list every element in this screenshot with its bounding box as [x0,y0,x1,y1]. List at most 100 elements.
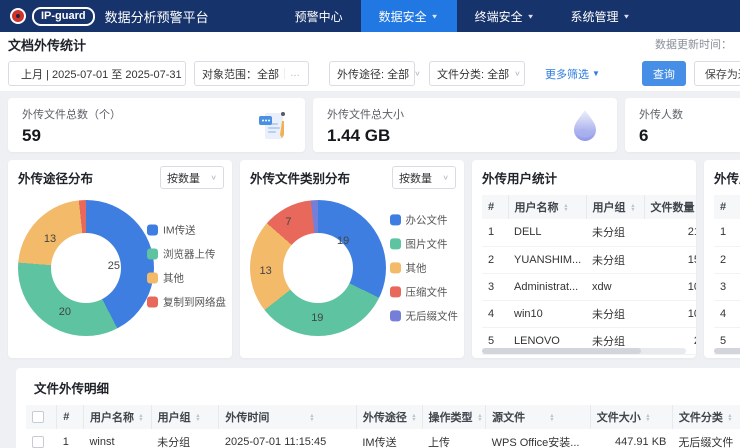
sort-icon[interactable]: ▲ ▼ [630,203,636,212]
chart-legend: IM传送 浏览器上传 其他 复制到网络盘 [147,222,226,309]
panel-title: 外传应用统计 [714,172,740,186]
table-row[interactable]: 4win10未分组10 [482,300,696,328]
col-label: 文件分类 [678,412,723,424]
table-row[interactable]: 3Administrat...xdw10 [482,273,696,301]
nav-item-alert-center[interactable]: 预警中心 [277,0,361,32]
horizontal-scrollbar[interactable] [714,348,740,354]
legend-item[interactable]: 其他 [147,270,226,285]
legend-item[interactable]: 图片文件 [389,236,459,251]
legend-label: 无后缀文件 [405,310,459,323]
col-user-name[interactable]: 用户名称 ▲ ▼ [82,405,152,429]
nav-item-system-management[interactable]: 系统管理 ▼ [553,0,649,32]
legend-label: IM传送 [163,224,196,237]
more-filters-link[interactable]: 更多筛选 ▼ [545,66,600,82]
category-select[interactable]: 文件分类: 全部 ∨ [429,61,525,86]
table-row[interactable]: 4 [714,300,740,328]
sort-icon[interactable]: ▲ ▼ [549,413,555,422]
save-filter-button[interactable]: 保存为过滤器 [693,61,740,86]
col-label: 外传时间 [225,412,270,424]
sort-icon[interactable]: ▲ ▼ [195,413,201,422]
sort-icon[interactable]: ▲ ▼ [309,413,315,422]
more-filters-label: 更多筛选 [545,68,589,81]
brand-logo: IP-guard 数据分析预警平台 [0,0,219,32]
scope-picker[interactable]: 对象范围：全部 … [194,61,309,86]
stat-card-user-count: 外传人数 6 [625,98,740,152]
stat-value: 1.44 GB [327,126,391,145]
legend-item[interactable]: 浏览器上传 [147,246,226,261]
checkbox-icon[interactable] [32,411,44,424]
col-index: # [56,405,84,429]
chevron-down-icon: ▼ [526,12,535,20]
legend-swatch [147,272,158,284]
update-time-label: 数据更新时间： [655,39,732,51]
donut-chart-channels: 25 20 13 [18,200,154,336]
sort-icon[interactable]: ▲ ▼ [138,413,144,422]
legend-item[interactable]: 无后缀文件 [389,308,459,323]
table-row[interactable]: 6 [714,354,740,358]
mode-select-value: 按数量 [399,172,432,185]
col-label: 用户名称 [514,202,559,214]
col-user-name[interactable]: 用户名称 ▲ ▼ [507,195,586,219]
table-row[interactable]: 1DELL未分组21 [482,219,696,247]
sort-icon[interactable]: ▲ ▼ [563,203,569,212]
col-file-count[interactable]: 文件数量▲▼ [643,195,696,219]
stat-card-total-size: 外传文件总大小 1.44 GB [313,98,617,152]
query-button[interactable]: 查询 [641,61,686,86]
col-user-group[interactable]: 用户组 ▲ ▼ [150,405,219,429]
chart-legend: 办公文件 图片文件 其他 压缩文件 无后缀文件 [389,212,459,323]
table-row[interactable]: 1 [714,219,740,247]
legend-item[interactable]: 复制到网络盘 [147,294,226,309]
legend-swatch [147,248,158,260]
panel-channel-distribution: 外传途径分布 按数量 ∨ 25 20 13 IM传送 浏览器上传 其他 复制到网… [8,160,232,358]
legend-item[interactable]: 办公文件 [389,212,459,227]
table-row[interactable]: 2 [714,246,740,274]
col-action[interactable]: 操作类型 ▲ ▼ [421,405,486,429]
stat-label: 外传文件总大小 [327,109,404,121]
table-row[interactable]: 2YUANSHIM...未分组15 [482,246,696,274]
chart-mode-select[interactable]: 按数量 ∨ [392,166,456,189]
sort-icon[interactable]: ▲ ▼ [727,413,733,422]
checkbox-icon[interactable] [32,436,44,448]
col-label: 用户组 [157,412,191,424]
col-source-file[interactable]: 源文件 ▲ ▼ [485,405,591,429]
sort-icon[interactable]: ▲ ▼ [645,413,651,422]
page-header: 文档外传统计 数据更新时间： [0,32,740,56]
col-checkbox[interactable] [26,405,57,429]
nav-item-endpoint-security[interactable]: 终端安全 ▼ [457,0,553,32]
brand-name: IP-guard [32,6,95,26]
panel-user-stats: 外传用户统计 # 用户名称▲▼ 用户组▲▼ 文件数量▲▼ 文件大小 1DELL [472,160,696,358]
panel-filetype-distribution: 外传文件类别分布 按数量 ∨ 19 19 13 7 办公文件 图片文件 其他 压… [240,160,464,358]
legend-item[interactable]: 压缩文件 [389,284,459,299]
legend-label: 浏览器上传 [163,248,216,261]
chevron-down-icon: ▼ [622,12,631,20]
chevron-down-icon: ∨ [210,173,217,181]
nav-menu: 预警中心 数据安全 ▼ 终端安全 ▼ 系统管理 ▼ [277,0,649,32]
date-range-picker[interactable]: 上月 | 2025-07-01 至 2025-07-31 [8,61,186,86]
legend-swatch [147,296,158,308]
legend-item[interactable]: 其他 [389,260,459,275]
slice-value: 7 [285,216,292,229]
stat-label: 外传文件总数（个） [22,109,121,121]
nav-item-data-security[interactable]: 数据安全 ▼ [360,0,457,32]
col-channel[interactable]: 外传途径 ▲ ▼ [355,405,423,429]
col-file-size[interactable]: 文件大小 ▲ ▼ [589,405,673,429]
table-row[interactable]: 6winst未分组1 [482,354,696,358]
col-label: 文件数量 [650,202,695,214]
channel-select[interactable]: 外传途径: 全部 ∨ [329,61,421,86]
legend-swatch [389,286,401,298]
sort-icon[interactable]: ▲ ▼ [411,413,417,422]
horizontal-scrollbar[interactable] [482,348,686,354]
col-user-group[interactable]: 用户组 ▲ ▼ [585,195,644,219]
table-row[interactable]: 1 winst 未分组 2025-07-01 11:15:45 IM传送 上传 … [26,429,740,448]
ellipsis-icon[interactable]: … [284,68,301,79]
chart-mode-select[interactable]: 按数量 ∨ [160,166,224,189]
col-file-category[interactable]: 文件分类 ▲ ▼ [671,405,740,429]
legend-item[interactable]: IM传送 [147,222,226,237]
donut-ring[interactable] [18,200,154,336]
legend-swatch [147,224,158,236]
dashboard: IP-guard 数据分析预警平台 预警中心 数据安全 ▼ 终端安全 ▼ 系统管… [0,0,740,448]
sort-icon[interactable]: ▲ ▼ [477,413,483,422]
col-time[interactable]: 外传时间 ▲ ▼ [218,405,357,429]
table-row[interactable]: 3 [714,273,740,301]
chevron-down-icon: ∨ [442,173,449,181]
